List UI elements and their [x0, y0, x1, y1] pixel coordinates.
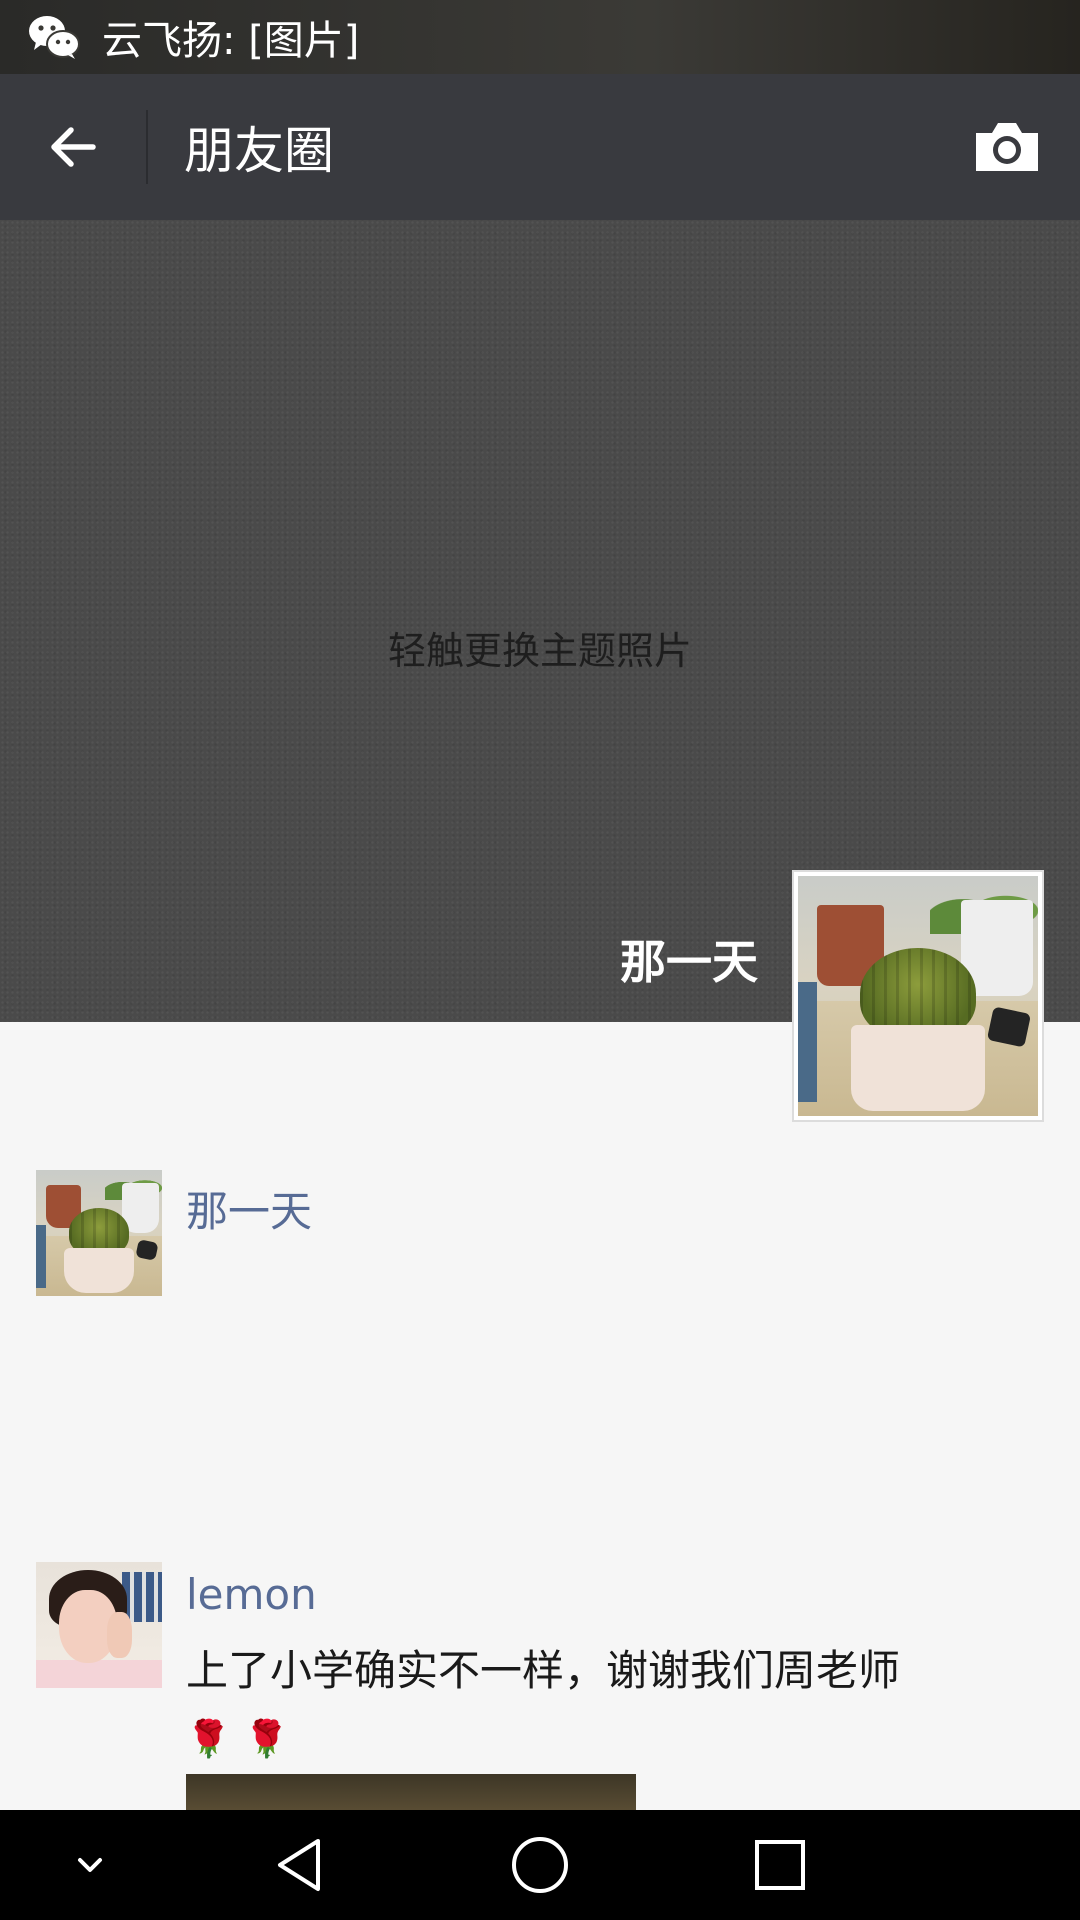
hide-keyboard-button[interactable]	[30, 1810, 150, 1920]
cover-hint: 轻触更换主题照片	[387, 629, 692, 673]
avatar[interactable]	[36, 1170, 162, 1296]
chevron-down-icon	[78, 1858, 102, 1872]
avatar[interactable]	[36, 1562, 162, 1688]
recents-square-icon	[755, 1840, 805, 1890]
post-text-content: 上了小学确实不一样，谢谢我们周老师	[186, 1646, 901, 1695]
home-button[interactable]	[480, 1810, 600, 1920]
cactus-photo	[798, 876, 1038, 1116]
recents-button[interactable]	[720, 1810, 840, 1920]
notification-text: 云飞扬: [图片]	[102, 18, 360, 64]
cactus-photo	[36, 1170, 162, 1296]
rose-emoji: 🌹	[244, 1719, 290, 1760]
navigation-bar	[0, 1810, 1080, 1920]
status-bar: 云飞扬: [图片]	[0, 0, 1080, 74]
back-arrow-icon	[51, 127, 96, 167]
rose-emoji: 🌹	[186, 1719, 231, 1760]
back-triangle-icon	[278, 1839, 320, 1891]
home-circle-icon	[512, 1837, 568, 1893]
back-button[interactable]	[0, 74, 146, 220]
my-avatar[interactable]	[792, 870, 1044, 1122]
title-bar: 朋友圈	[0, 74, 1080, 220]
title-divider	[146, 110, 148, 184]
post-text: 上了小学确实不一样，谢谢我们周老师 🌹 🌹	[186, 1638, 946, 1773]
post-image[interactable]	[186, 1774, 636, 1810]
cover-user-name: 那一天	[620, 935, 758, 989]
portrait-photo	[36, 1562, 162, 1688]
nickname[interactable]: 那一天	[186, 1178, 312, 1239]
page-title: 朋友圈	[184, 122, 334, 180]
wechat-icon	[28, 14, 80, 60]
nickname[interactable]: lemon	[186, 1570, 317, 1619]
camera-button[interactable]	[934, 74, 1080, 220]
feed-item: lemon 上了小学确实不一样，谢谢我们周老师 🌹 🌹	[36, 1562, 1046, 1810]
back-nav-button[interactable]	[240, 1810, 360, 1920]
feed-item: 那一天	[36, 1170, 1046, 1300]
camera-icon	[976, 123, 1038, 171]
